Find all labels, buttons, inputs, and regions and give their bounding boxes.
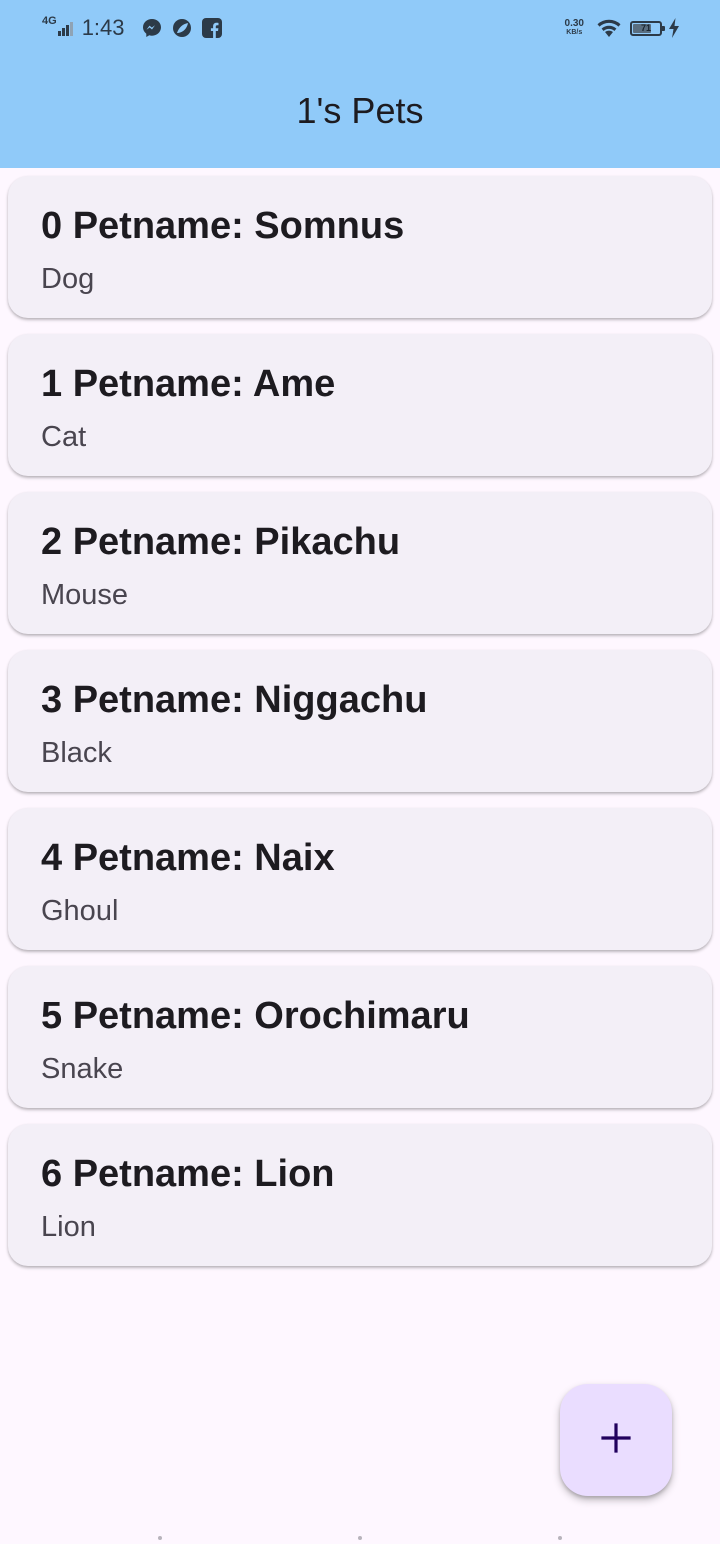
pet-card-title: 0 Petname: Somnus — [41, 205, 405, 247]
pet-card[interactable]: 2 Petname: Pikachu Mouse — [8, 492, 712, 634]
pet-card-title: 5 Petname: Orochimaru — [41, 995, 470, 1037]
wifi-icon — [596, 17, 622, 39]
net-speed-unit: KB/s — [566, 29, 583, 36]
facebook-icon — [201, 17, 223, 39]
pet-card-type: Cat — [41, 421, 87, 453]
pet-card[interactable]: 4 Petname: Naix Ghoul — [8, 808, 712, 950]
pet-card-type: Black — [41, 737, 112, 769]
status-bar-left: 4G 1:43 — [42, 14, 231, 42]
battery-icon: 71 — [630, 20, 665, 36]
network-type: 4G — [42, 15, 57, 27]
messenger-icon — [141, 17, 163, 39]
pet-card[interactable]: 1 Petname: Ame Cat — [8, 334, 712, 476]
pet-card-type: Lion — [41, 1211, 96, 1243]
nav-dot — [158, 1536, 162, 1540]
net-speed: 0.30 KB/s — [565, 19, 584, 37]
battery-level: 71 — [640, 23, 651, 33]
pet-card[interactable]: 0 Petname: Somnus Dog — [8, 176, 712, 318]
app-bar: 4G 1:43 0.30 KB/s 71 1's Pets — [0, 0, 720, 168]
pet-card-type: Snake — [41, 1053, 124, 1085]
pet-card[interactable]: 3 Petname: Niggachu Black — [8, 650, 712, 792]
add-pet-button[interactable] — [560, 1384, 672, 1496]
pet-card[interactable]: 5 Petname: Orochimaru Snake — [8, 966, 712, 1108]
clock: 1:43 — [81, 15, 125, 40]
pet-card-title: 6 Petname: Lion — [41, 1153, 335, 1195]
pet-card-title: 1 Petname: Ame — [41, 363, 336, 405]
pet-card[interactable]: 6 Petname: Lion Lion — [8, 1124, 712, 1266]
page-title: 1's Pets — [296, 90, 424, 131]
pet-card-title: 4 Petname: Naix — [41, 837, 335, 879]
nav-dot — [558, 1536, 562, 1540]
pet-card-type: Ghoul — [41, 895, 119, 927]
pet-card-title: 3 Petname: Niggachu — [41, 679, 428, 721]
signal-icon — [57, 20, 74, 36]
pet-list: 0 Petname: Somnus Dog 1 Petname: Ame Cat 2 P… — [8, 176, 712, 1282]
status-bar: 4G 1:43 0.30 KB/s 71 — [0, 0, 720, 56]
pet-card-type: Mouse — [41, 579, 129, 611]
nav-dot — [358, 1536, 362, 1540]
leaf-icon — [171, 17, 193, 39]
pet-card-title: 2 Petname: Pikachu — [41, 521, 401, 563]
pet-card-type: Dog — [41, 263, 95, 295]
net-speed-value: 0.30 — [564, 18, 584, 29]
charging-icon — [668, 17, 680, 39]
status-bar-right: 0.30 KB/s 71 — [565, 14, 680, 42]
plus-icon — [600, 1422, 632, 1459]
